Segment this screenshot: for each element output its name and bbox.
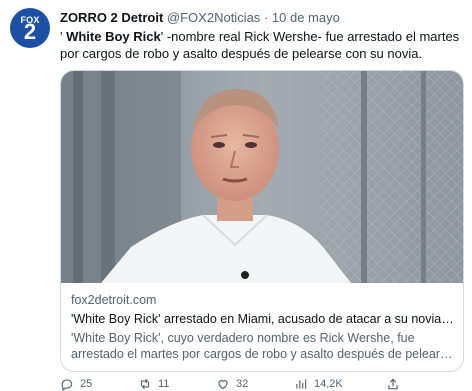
link-card-title: 'White Boy Rick' arrestado en Miami, acu…	[71, 312, 455, 326]
link-card-info[interactable]: fox2detroit.com 'White Boy Rick' arresta…	[71, 292, 455, 362]
tweet-highlight: White Boy Rick	[66, 29, 161, 44]
like-button[interactable]: 32	[216, 377, 248, 391]
retweet-button[interactable]: 11	[138, 377, 169, 391]
link-card-description-line1: 'White Boy Rick', cuyo verdadero nombre …	[71, 331, 415, 345]
tweet-text: ' White Boy Rick' -nombre real Rick Wers…	[60, 28, 464, 62]
reply-count: 25	[80, 378, 93, 390]
tweet-date[interactable]: 10 de mayo	[272, 10, 340, 25]
link-card-description: 'White Boy Rick', cuyo verdadero nombre …	[71, 330, 455, 362]
link-card[interactable]: fox2detroit.com 'White Boy Rick' arresta…	[60, 70, 464, 372]
link-card-image[interactable]	[61, 71, 463, 283]
views-icon	[296, 379, 307, 389]
header-separator: ·	[263, 10, 269, 25]
share-icon	[388, 378, 398, 390]
like-count: 32	[236, 378, 249, 390]
author-display-name[interactable]: ZORRO 2 Detroit	[60, 10, 163, 25]
retweet-count: 11	[158, 378, 170, 390]
views-button[interactable]: 14,2K	[294, 377, 343, 391]
retweet-icon	[140, 378, 150, 390]
author-handle[interactable]: @FOX2Noticias	[167, 10, 260, 25]
news-photo	[61, 71, 463, 283]
like-icon	[218, 380, 228, 390]
avatar-number-text: 2	[23, 19, 37, 44]
reply-button[interactable]: 25	[60, 377, 92, 391]
share-button[interactable]	[386, 377, 400, 391]
reply-icon	[61, 379, 73, 391]
link-card-domain: fox2detroit.com	[71, 293, 157, 307]
link-card-description-line2: arrestado el martes por cargos de robo y…	[71, 347, 455, 361]
tweet-header: ZORRO 2 Detroit @FOX2Noticias · 10 de ma…	[60, 10, 340, 25]
views-count: 14,2K	[314, 378, 343, 390]
tweet-actions: 25 11 32 14,2K	[60, 377, 464, 391]
fox2-avatar[interactable]: FOX 2	[10, 8, 50, 48]
